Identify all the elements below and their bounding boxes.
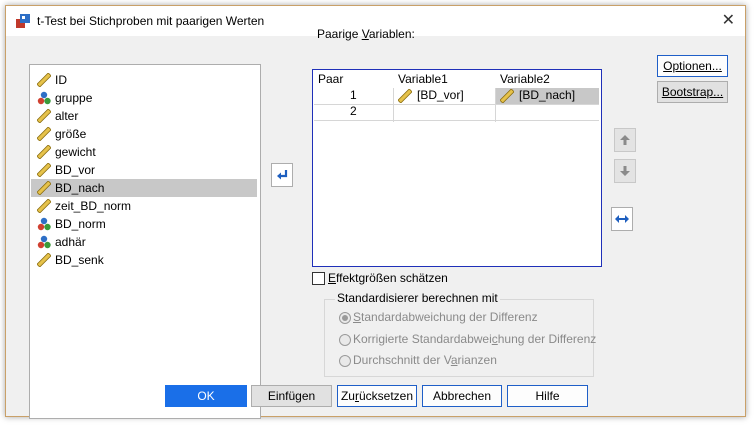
paste-button[interactable]: Einfügen (251, 385, 332, 407)
variable-name: ID (55, 73, 67, 87)
radio-corrected-std-deviation[interactable] (339, 334, 351, 346)
nominal-balls-icon (37, 217, 51, 231)
radio-label-average-variances: Durchschnitt der Varianzen (353, 353, 497, 367)
variable-name: gewicht (55, 145, 96, 159)
move-to-pairs-button[interactable] (271, 163, 293, 187)
scale-ruler-icon (37, 127, 51, 141)
scale-ruler-icon (500, 89, 514, 103)
variable-list-item[interactable]: gruppe (31, 89, 257, 107)
pair-number: 2 (350, 104, 357, 118)
standardizer-group-title: Standardisierer berechnen mit (335, 291, 500, 305)
nominal-balls-icon (37, 91, 51, 105)
variable-list-item[interactable]: gewicht (31, 143, 257, 161)
paired-variables-table[interactable]: Paar Variable1 Variable2 1 [BD_vor] [BD_… (312, 69, 602, 267)
source-variable-list[interactable]: ID gruppe alter größe gewicht BD_vor BD_nachze… (29, 64, 261, 419)
pair-variable2-value: [BD_nach] (519, 88, 576, 102)
variable-list-item[interactable]: BD_norm (31, 215, 257, 233)
close-icon[interactable]: ✕ (722, 10, 735, 30)
scale-ruler-icon (37, 253, 51, 267)
effect-size-label: Effektgrößen schätzen (328, 271, 448, 285)
pair-variable1-value: [BD_vor] (417, 88, 464, 102)
table-row[interactable]: 2 (314, 104, 599, 120)
pair-number: 1 (350, 88, 357, 102)
spss-app-icon (16, 14, 30, 28)
variable-name: adhär (55, 235, 86, 249)
variable-list-item[interactable]: größe (31, 125, 257, 143)
swap-arrows-icon (615, 215, 629, 223)
window-title: t-Test bei Stichproben mit paarigen Wert… (37, 14, 265, 28)
scale-ruler-icon (37, 199, 51, 213)
radio-label-corrected-std: Korrigierte Standardabweichung der Diffe… (353, 332, 597, 346)
scale-ruler-icon (37, 181, 51, 195)
radio-average-variances[interactable] (339, 355, 351, 367)
dialog-window: t-Test bei Stichproben mit paarigen Wert… (5, 5, 746, 419)
help-button[interactable]: Hilfe (507, 385, 588, 407)
move-down-button[interactable] (614, 159, 636, 183)
radio-std-deviation-difference[interactable] (339, 312, 351, 324)
arrow-move-icon (277, 170, 288, 180)
scale-ruler-icon (37, 163, 51, 177)
header-variable2: Variable2 (500, 72, 550, 86)
nominal-balls-icon (37, 235, 51, 249)
effect-size-checkbox[interactable] (312, 272, 325, 285)
variable-name: BD_vor (55, 163, 96, 177)
bootstrap-button[interactable]: Bootstrap... (657, 81, 728, 103)
header-pair: Paar (318, 72, 344, 86)
variable-list-item[interactable]: BD_vor (31, 161, 257, 179)
ok-button[interactable]: OK (165, 385, 247, 407)
arrow-down-icon (620, 166, 630, 176)
selected-cell[interactable]: [BD_nach] (496, 88, 599, 104)
reset-button[interactable]: Zurücksetzen (337, 385, 417, 407)
variable-list-item[interactable]: alter (31, 107, 257, 125)
variable-name: größe (55, 127, 87, 141)
scale-ruler-icon (37, 145, 51, 159)
scale-ruler-icon (37, 73, 51, 87)
variable-name: BD_norm (55, 217, 106, 231)
grid-line (314, 120, 599, 121)
arrow-up-icon (620, 135, 630, 145)
variable-name: BD_senk (55, 253, 104, 267)
options-button[interactable]: Optionen... (657, 55, 728, 77)
variable-list-item[interactable]: BD_senk (31, 251, 257, 269)
move-up-button[interactable] (614, 128, 636, 152)
variable-list-item[interactable]: adhär (31, 233, 257, 251)
cancel-button[interactable]: Abbrechen (422, 385, 502, 407)
variable-list-item[interactable]: zeit_BD_norm (31, 197, 257, 215)
variable-name: BD_nach (55, 181, 105, 195)
pairs-panel-label: Paarige Variablen: (317, 27, 415, 41)
variable-name: zeit_BD_norm (55, 199, 132, 213)
variable-name: alter (55, 109, 79, 123)
table-row[interactable]: 1 [BD_vor] [BD_nach] (314, 88, 599, 104)
variable-list-item[interactable]: BD_nach (31, 179, 257, 197)
variable-list-item[interactable]: ID (31, 71, 257, 89)
variable-name: gruppe (55, 91, 93, 105)
header-variable1: Variable1 (398, 72, 448, 86)
scale-ruler-icon (37, 109, 51, 123)
radio-label-std-deviation: Standardabweichung der Differenz (353, 310, 538, 324)
scale-ruler-icon (398, 89, 412, 103)
swap-variables-button[interactable] (611, 207, 633, 231)
